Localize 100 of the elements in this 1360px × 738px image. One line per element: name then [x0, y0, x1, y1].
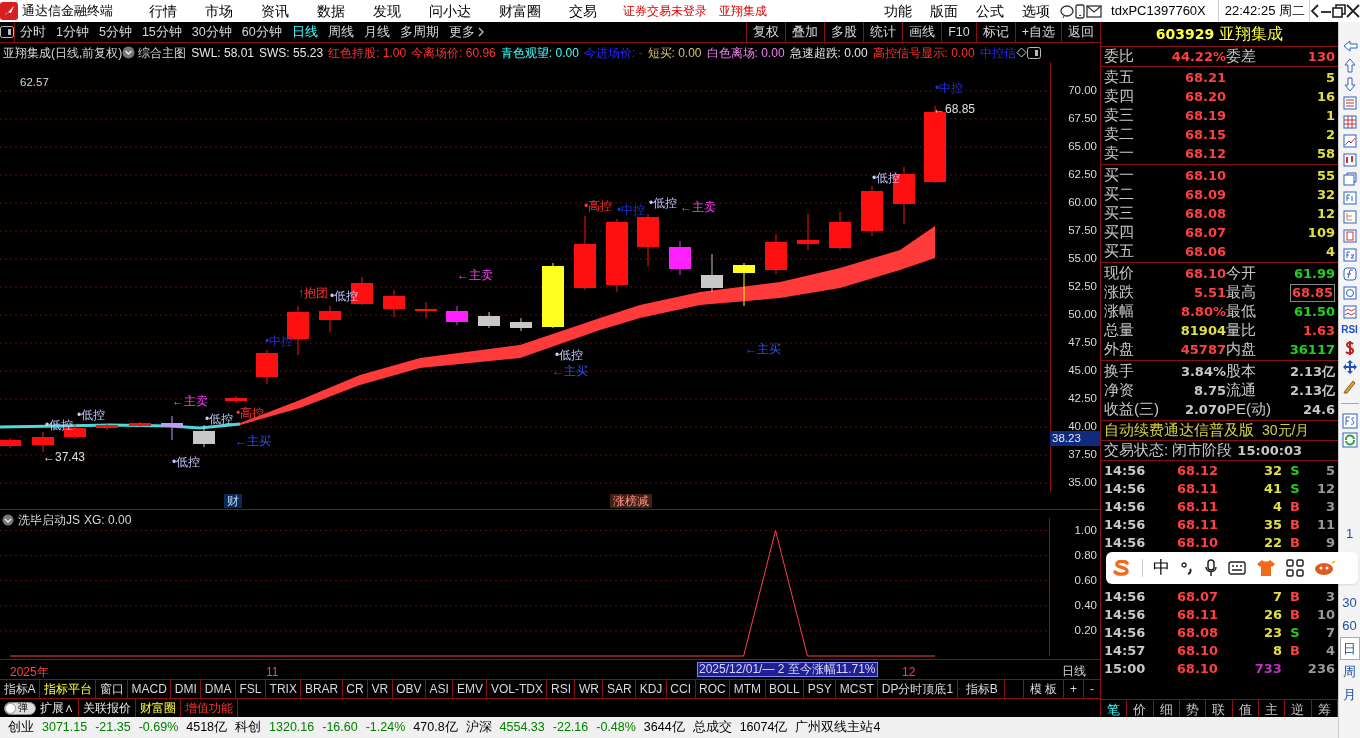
period-button[interactable]: 60 — [1339, 614, 1360, 637]
indicator-title[interactable]: 洗毕启动JS — [18, 511, 80, 529]
menu-item[interactable]: 市场 — [191, 0, 247, 22]
period-tab[interactable]: 分时 — [15, 22, 51, 42]
dropdown-icon[interactable] — [2, 514, 14, 526]
indicator-tab[interactable]: BRAR — [301, 680, 343, 698]
indicator-tab[interactable]: DP分时顶底1 — [878, 680, 958, 698]
formula-icon[interactable] — [1341, 266, 1358, 282]
down-arrow-icon[interactable] — [1341, 76, 1358, 92]
indicator-tab[interactable]: MCST — [836, 680, 879, 698]
period-tab[interactable]: 15分钟 — [136, 22, 187, 42]
period-tab[interactable]: 1分钟 — [51, 22, 94, 42]
indicator-tab[interactable]: ASI — [426, 680, 454, 698]
menu-item[interactable]: 功能 — [875, 0, 922, 22]
up-arrow-icon[interactable] — [1341, 57, 1358, 73]
chart-tool-button[interactable]: 复权 — [746, 22, 786, 42]
period-label[interactable]: 日线 — [1050, 662, 1100, 681]
back-icon[interactable] — [1310, 4, 1320, 18]
chart-tool-button[interactable]: 叠加 — [785, 22, 825, 42]
chart-tool-button[interactable]: +自选 — [1014, 22, 1061, 42]
period-tab[interactable]: 多周期 — [394, 22, 444, 42]
dropdown-icon[interactable] — [122, 46, 136, 59]
indicator-tab[interactable]: WR — [575, 680, 604, 698]
indicator-tab[interactable]: BOLL — [765, 680, 805, 698]
ime-logo-icon[interactable] — [1112, 560, 1132, 576]
chart-tool-button[interactable]: 多股 — [824, 22, 864, 42]
period-button[interactable]: 1 — [1339, 522, 1360, 545]
indicator-tab[interactable]: PSY — [804, 680, 837, 698]
left-arrow-icon[interactable] — [1341, 38, 1358, 54]
template-name[interactable]: 综合主图 — [138, 43, 187, 62]
menu-item[interactable]: 版面 — [921, 0, 968, 22]
window-icon[interactable] — [1341, 171, 1358, 187]
period-tab[interactable]: 周线 — [322, 22, 359, 42]
apps-icon[interactable] — [1286, 559, 1304, 577]
microphone-icon[interactable] — [1204, 559, 1218, 577]
menu-item[interactable]: 行情 — [135, 0, 191, 22]
period-button[interactable]: 月 — [1339, 683, 1360, 706]
chart-tool-button[interactable]: 返回 — [1061, 22, 1100, 42]
close-icon[interactable] — [1346, 4, 1360, 18]
indicator-tab[interactable]: DMA — [201, 680, 237, 698]
ime-mode-button[interactable]: 中 — [1153, 555, 1170, 581]
promo-price[interactable]: 30元/月 — [1262, 420, 1310, 441]
indicator-tab[interactable]: RSI — [547, 680, 576, 698]
menu-item[interactable]: 选项 — [1013, 0, 1060, 22]
line-chart-icon[interactable] — [1341, 133, 1358, 149]
punctuation-icon[interactable] — [1180, 561, 1194, 575]
period-tab[interactable]: 日线 — [286, 22, 323, 42]
toggle-switch[interactable]: 弹 — [4, 701, 36, 715]
indicator-tab[interactable]: FSL — [236, 680, 267, 698]
menu-item[interactable]: 公式 — [967, 0, 1014, 22]
document-icon[interactable] — [1341, 413, 1358, 429]
document-icon[interactable] — [1341, 190, 1358, 206]
move-icon[interactable] — [1341, 359, 1358, 375]
shirt-icon[interactable] — [1256, 559, 1276, 577]
indicator-tab[interactable]: 模 板 — [1022, 680, 1063, 698]
document-icon[interactable] — [1341, 247, 1358, 263]
indicator-tab[interactable]: - — [1083, 680, 1100, 698]
chat-icon[interactable] — [1059, 4, 1076, 18]
event-marker[interactable]: 财 — [224, 494, 242, 508]
menu-item[interactable]: 财富圈 — [485, 0, 555, 22]
indicator-tab[interactable]: CCI — [666, 680, 696, 698]
menu-item[interactable]: 交易 — [555, 0, 611, 22]
indicator-tab[interactable]: KDJ — [636, 680, 667, 698]
mail-icon[interactable] — [1085, 4, 1104, 18]
menu-item[interactable]: 问小达 — [415, 0, 485, 22]
table-icon[interactable] — [1341, 114, 1358, 130]
phone-icon[interactable] — [1075, 3, 1086, 19]
period-tab[interactable]: 月线 — [358, 22, 395, 42]
period-button[interactable]: 周 — [1339, 660, 1360, 683]
chart-tool-button[interactable]: 统计 — [863, 22, 903, 42]
period-tab[interactable]: 更多 — [443, 22, 489, 42]
keyboard-icon[interactable] — [1228, 561, 1246, 575]
candlestick-icon[interactable] — [1341, 152, 1358, 168]
panel-toggle-icon[interactable] — [0, 26, 14, 38]
indicator-tab[interactable]: 指标B — [959, 680, 1005, 698]
indicator-tab[interactable]: TRIX — [266, 680, 302, 698]
chart-tool-button[interactable]: 画线 — [902, 22, 942, 42]
menu-item[interactable]: 数据 — [303, 0, 359, 22]
pencil-icon[interactable] — [1341, 378, 1358, 394]
promo-link[interactable]: 自动续费通达信普及版 — [1104, 419, 1254, 442]
indicator-tab[interactable]: + — [1063, 680, 1083, 698]
indicator-tab[interactable]: DMI — [171, 680, 202, 698]
notice-text[interactable]: 证券交易未登录 — [623, 2, 707, 20]
indicator-tab[interactable]: SAR — [603, 680, 637, 698]
period-tab[interactable]: 60分钟 — [236, 22, 287, 42]
indicator-tab[interactable]: MTM — [730, 680, 766, 698]
indicator-tab[interactable]: CR — [342, 680, 369, 698]
chart-tool-button[interactable]: F10 — [941, 22, 976, 42]
event-marker[interactable]: 涨榜减 — [610, 494, 652, 508]
period-button[interactable]: 30 — [1339, 591, 1360, 614]
indicator-tab[interactable]: EMV — [453, 680, 488, 698]
wave-icon[interactable] — [1341, 304, 1358, 320]
refresh-icon[interactable] — [1341, 432, 1358, 448]
indicator-tab[interactable]: VR — [368, 680, 393, 698]
dollar-icon[interactable] — [1343, 340, 1356, 356]
indicator-tab[interactable]: 指标A — [0, 680, 40, 698]
period-tab[interactable]: 5分钟 — [93, 22, 137, 42]
rsi-tool[interactable]: RSI — [1341, 323, 1358, 337]
indicator-tab[interactable]: OBV — [392, 680, 427, 698]
period-tab[interactable]: 30分钟 — [186, 22, 237, 42]
